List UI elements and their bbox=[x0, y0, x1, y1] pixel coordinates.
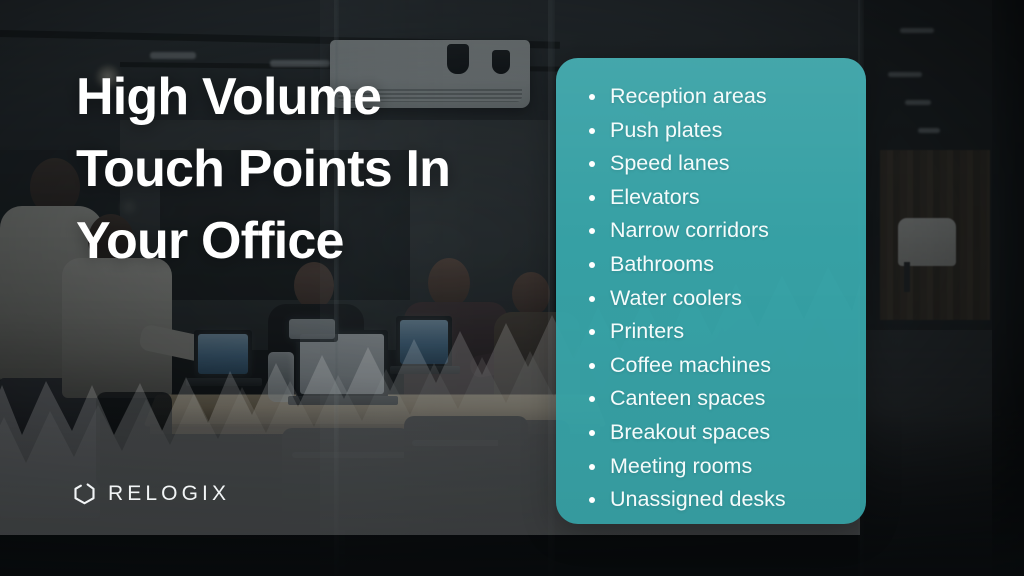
bullet-icon bbox=[589, 127, 595, 134]
list-item: Bathrooms bbox=[589, 248, 866, 282]
list-item-label: Water coolers bbox=[610, 285, 742, 310]
list-item-label: Unassigned desks bbox=[610, 487, 786, 512]
bullet-icon bbox=[589, 362, 595, 369]
bullet-icon bbox=[589, 295, 595, 302]
list-item-label: Elevators bbox=[610, 184, 700, 209]
touch-points-list: Reception areas Push plates Speed lanes Ele… bbox=[556, 58, 866, 517]
bullet-icon bbox=[589, 429, 595, 436]
bullet-icon bbox=[589, 396, 595, 403]
bullet-icon bbox=[589, 161, 595, 168]
slide-canvas: High Volume Touch Points In Your Office … bbox=[0, 0, 1024, 576]
relogix-wordmark: RELOGIX bbox=[108, 481, 231, 505]
list-item: Elevators bbox=[589, 181, 866, 215]
list-item-label: Bathrooms bbox=[610, 251, 714, 276]
page-title-line-3: Your Office bbox=[76, 211, 344, 270]
list-item-label: Meeting rooms bbox=[610, 453, 753, 478]
bullet-icon bbox=[589, 94, 595, 100]
list-item: Reception areas bbox=[589, 80, 866, 114]
list-item: Coffee machines bbox=[589, 349, 866, 383]
list-item-label: Reception areas bbox=[610, 84, 767, 108]
list-item-label: Push plates bbox=[610, 117, 723, 142]
bullet-icon bbox=[589, 329, 595, 336]
bullet-icon bbox=[589, 497, 595, 504]
touch-points-panel: Reception areas Push plates Speed lanes Ele… bbox=[556, 58, 866, 524]
list-item: Canteen spaces bbox=[589, 382, 866, 416]
list-item: Speed lanes bbox=[589, 147, 866, 181]
list-item: Water coolers bbox=[589, 282, 866, 316]
bullet-icon bbox=[589, 261, 595, 268]
list-item-label: Coffee machines bbox=[610, 352, 771, 377]
list-item: Breakout spaces bbox=[589, 416, 866, 450]
list-item-label: Narrow corridors bbox=[610, 218, 769, 243]
page-title-line-2: Touch Points In bbox=[76, 139, 451, 198]
page-title-line-1: High Volume bbox=[76, 68, 382, 126]
list-item-label: Printers bbox=[610, 319, 685, 344]
relogix-logo: RELOGIX bbox=[72, 481, 230, 506]
bullet-icon bbox=[589, 463, 595, 470]
list-item: Narrow corridors bbox=[589, 214, 866, 248]
list-item-label: Breakout spaces bbox=[610, 419, 771, 444]
list-item: Push plates bbox=[589, 114, 866, 148]
list-item: Meeting rooms bbox=[589, 450, 866, 484]
bullet-icon bbox=[589, 228, 595, 235]
list-item-label: Speed lanes bbox=[610, 151, 730, 176]
list-item: Unassigned desks bbox=[589, 483, 866, 517]
list-item-label: Canteen spaces bbox=[610, 386, 766, 411]
list-item: Printers bbox=[589, 315, 866, 349]
bullet-icon bbox=[589, 194, 595, 201]
page-title: High Volume Touch Points In Your Office bbox=[76, 62, 546, 277]
hexagon-ring-icon bbox=[74, 483, 95, 505]
